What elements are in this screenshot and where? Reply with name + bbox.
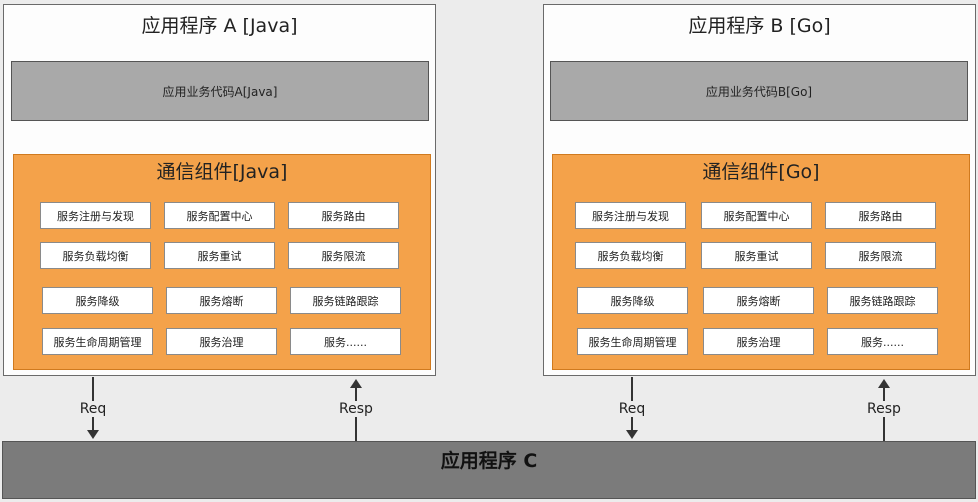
app-a-comm-component: 通信组件[Java] 服务注册与发现 服务配置中心 服务路由 服务负载均衡 服务… <box>13 154 431 370</box>
resp-arrow-a-head <box>350 379 362 388</box>
app-a-business-code: 应用业务代码A[Java] <box>11 61 429 121</box>
service-circuit-break: 服务熔断 <box>166 287 277 314</box>
app-a-comm-title: 通信组件[Java] <box>156 161 288 183</box>
app-c-title: 应用程序 C <box>440 450 538 472</box>
service-lifecycle: 服务生命周期管理 <box>42 328 153 355</box>
service-retry: 服务重试 <box>701 242 812 269</box>
service-load-balance: 服务负载均衡 <box>40 242 151 269</box>
service-registry: 服务注册与发现 <box>40 202 151 229</box>
service-config-center: 服务配置中心 <box>701 202 812 229</box>
req-arrow-b-head <box>626 430 638 439</box>
service-tracing: 服务链路跟踪 <box>290 287 401 314</box>
resp-label-a: Resp <box>337 401 375 417</box>
app-c-box: 应用程序 C <box>2 441 976 499</box>
app-a-box: 应用程序 A [Java] 应用业务代码A[Java] 通信组件[Java] 服… <box>3 4 436 376</box>
req-label-b: Req <box>616 401 648 417</box>
service-routing: 服务路由 <box>288 202 399 229</box>
service-governance: 服务治理 <box>703 328 814 355</box>
resp-arrow-b-head <box>878 379 890 388</box>
service-rate-limit: 服务限流 <box>825 242 936 269</box>
service-more: 服务...... <box>827 328 938 355</box>
service-tracing: 服务链路跟踪 <box>827 287 938 314</box>
service-circuit-break: 服务熔断 <box>703 287 814 314</box>
app-b-box: 应用程序 B [Go] 应用业务代码B[Go] 通信组件[Go] 服务注册与发现… <box>543 4 976 376</box>
service-retry: 服务重试 <box>164 242 275 269</box>
app-b-comm-component: 通信组件[Go] 服务注册与发现 服务配置中心 服务路由 服务负载均衡 服务重试… <box>552 154 970 370</box>
resp-label-b: Resp <box>865 401 903 417</box>
service-load-balance: 服务负载均衡 <box>575 242 686 269</box>
service-routing: 服务路由 <box>825 202 936 229</box>
app-b-business-code: 应用业务代码B[Go] <box>550 61 968 121</box>
app-b-comm-title: 通信组件[Go] <box>702 161 820 183</box>
req-arrow-a-head <box>87 430 99 439</box>
service-more: 服务...... <box>290 328 401 355</box>
service-registry: 服务注册与发现 <box>575 202 686 229</box>
service-degrade: 服务降级 <box>42 287 153 314</box>
service-degrade: 服务降级 <box>577 287 688 314</box>
service-lifecycle: 服务生命周期管理 <box>577 328 688 355</box>
app-a-title: 应用程序 A [Java] <box>141 15 298 37</box>
service-governance: 服务治理 <box>166 328 277 355</box>
app-b-title: 应用程序 B [Go] <box>688 15 831 37</box>
service-rate-limit: 服务限流 <box>288 242 399 269</box>
req-label-a: Req <box>77 401 109 417</box>
service-config-center: 服务配置中心 <box>164 202 275 229</box>
